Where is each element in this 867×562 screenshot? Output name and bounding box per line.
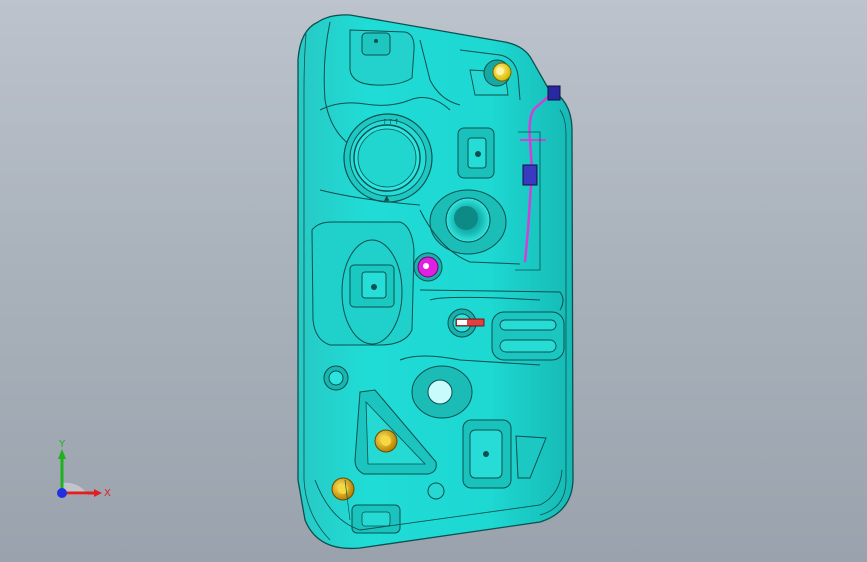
x-axis-label: X	[104, 488, 111, 499]
y-axis-label: Y	[58, 439, 66, 450]
svg-text:▲: ▲	[384, 194, 390, 202]
bottom-ring	[427, 482, 445, 500]
drain-ring	[323, 365, 349, 391]
x-axis-arrow	[94, 489, 102, 497]
central-well	[429, 189, 507, 255]
yellow-fitting-top	[483, 59, 512, 87]
gold-fitting-mid	[374, 429, 398, 453]
gold-fitting-low	[331, 477, 355, 501]
top-boss	[361, 32, 391, 56]
axis-triad: Y X	[57, 439, 111, 499]
left-clip-bracket	[349, 264, 395, 308]
magenta-fitting	[413, 252, 443, 282]
y-axis-arrow	[58, 449, 66, 459]
pump-mount-ring: ↑↑↑ ▲	[343, 113, 433, 203]
sensor-boss	[457, 127, 495, 179]
z-axis-dot	[57, 488, 67, 498]
fuel-tank-model[interactable]: ↑↑↑ ▲	[0, 0, 867, 562]
svg-text:↑↑↑: ↑↑↑	[382, 118, 400, 126]
bottom-bracket	[351, 504, 401, 534]
lower-right-pocket	[462, 419, 512, 489]
lower-well	[411, 365, 473, 419]
right-slot-boss	[491, 311, 565, 361]
graphics-viewport[interactable]: ↑↑↑ ▲ Y X	[0, 0, 867, 562]
